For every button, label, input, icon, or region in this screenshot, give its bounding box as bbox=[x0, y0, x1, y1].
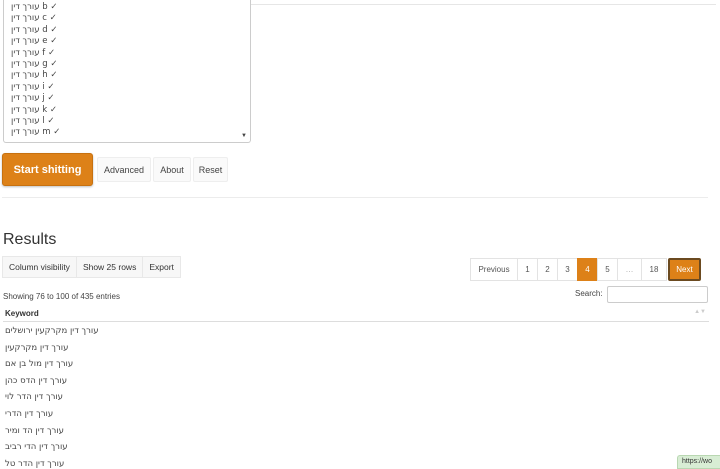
search-label: Search: bbox=[575, 289, 603, 298]
start-button[interactable]: Start shitting bbox=[2, 153, 93, 186]
page-3-button[interactable]: 3 bbox=[557, 258, 578, 281]
status-bar-url: https://wo bbox=[677, 455, 720, 469]
keyword-cell: עורך דין הדר לוי bbox=[5, 392, 64, 403]
keyword-line: עורך דין i ✓ bbox=[11, 81, 55, 92]
keyword-cell: עורך דין מקרקעין bbox=[5, 342, 69, 353]
reset-button[interactable]: Reset bbox=[193, 157, 228, 182]
keyword-line: עורך דין m ✓ bbox=[11, 127, 61, 138]
pagination-ellipsis: … bbox=[617, 258, 642, 281]
keyword-line: עורך דין b ✓ bbox=[11, 2, 58, 12]
table-row: עורך דין מקרקעין ירושלים bbox=[3, 322, 709, 339]
export-button[interactable]: Export bbox=[142, 256, 181, 278]
table-row: עורך דין הדר לוי bbox=[3, 388, 709, 405]
pagination: Previous 1 2 3 4 5 … 18 Next bbox=[470, 258, 701, 281]
table-row: עורך דין הדרי bbox=[3, 405, 709, 422]
keyword-cell: עורך דין מול בן אם bbox=[5, 359, 74, 370]
advanced-button[interactable]: Advanced bbox=[97, 157, 151, 182]
last-page-button[interactable]: 18 bbox=[641, 258, 667, 281]
keyword-cell: עורך דין הדר טל bbox=[5, 458, 65, 469]
keyword-line: עורך דין f ✓ bbox=[11, 47, 56, 58]
table-row: עורך דין מול בן אם bbox=[3, 355, 709, 372]
keyword-cell: עורך דין הדרי bbox=[5, 408, 54, 419]
table-tools: Column visibility Show 25 rows Export bbox=[2, 256, 181, 278]
keywords-textarea[interactable]: עורך דין b ✓ עורך דין c ✓ עורך דין d ✓ ע… bbox=[3, 0, 251, 143]
textarea-scrollbar[interactable]: ▼ bbox=[239, 0, 250, 142]
keyword-cell: עורך דין הדי רביב bbox=[5, 442, 68, 453]
keyword-cell: עורך דין הדס כהן bbox=[5, 375, 68, 386]
keyword-line: עורך דין h ✓ bbox=[11, 70, 58, 81]
results-table: Keyword ▲▼ עורך דין מקרקעין ירושלים עורך… bbox=[3, 307, 709, 469]
table-body: עורך דין מקרקעין ירושלים עורך דין מקרקעי… bbox=[3, 322, 709, 469]
keyword-cell: עורך דין מקרקעין ירושלים bbox=[5, 326, 99, 336]
scroll-down-icon[interactable]: ▼ bbox=[241, 133, 247, 139]
sort-icon[interactable]: ▲▼ bbox=[694, 309, 706, 315]
table-row: עורך דין הדי רביב bbox=[3, 438, 709, 455]
keyword-line: עורך דין g ✓ bbox=[11, 58, 58, 69]
previous-page-button[interactable]: Previous bbox=[470, 258, 518, 281]
keyword-line: עורך דין c ✓ bbox=[11, 13, 57, 24]
page-4-button[interactable]: 4 bbox=[577, 258, 598, 281]
section-divider bbox=[2, 197, 708, 198]
column-visibility-button[interactable]: Column visibility bbox=[2, 256, 77, 278]
entries-info: Showing 76 to 100 of 435 entries bbox=[3, 292, 120, 301]
table-row: עורך דין הדר טל bbox=[3, 455, 709, 469]
keyword-line: עורך דין j ✓ bbox=[11, 93, 55, 104]
keyword-line: עורך דין e ✓ bbox=[11, 36, 58, 47]
keyword-column-header[interactable]: Keyword bbox=[5, 309, 39, 318]
search-input[interactable] bbox=[607, 286, 708, 303]
table-row: עורך דין הדס כהן bbox=[3, 372, 709, 389]
keyword-line: עורך דין k ✓ bbox=[11, 104, 58, 115]
table-header[interactable]: Keyword ▲▼ bbox=[3, 307, 709, 322]
page-1-button[interactable]: 1 bbox=[517, 258, 538, 281]
action-buttons: Start shitting Advanced About Reset bbox=[2, 153, 228, 186]
about-button[interactable]: About bbox=[153, 157, 191, 182]
page-2-button[interactable]: 2 bbox=[537, 258, 558, 281]
page-5-button[interactable]: 5 bbox=[597, 258, 618, 281]
table-row: עורך דין מקרקעין bbox=[3, 339, 709, 356]
results-heading: Results bbox=[3, 231, 57, 248]
show-rows-button[interactable]: Show 25 rows bbox=[75, 256, 144, 278]
next-page-button[interactable]: Next bbox=[668, 258, 701, 281]
top-divider bbox=[251, 4, 716, 5]
keyword-line: עורך דין d ✓ bbox=[11, 24, 58, 35]
table-row: עורך דין הד ומיר bbox=[3, 422, 709, 439]
keyword-line: עורך דין l ✓ bbox=[11, 115, 55, 126]
keyword-lines: עורך דין b ✓ עורך דין c ✓ עורך דין d ✓ ע… bbox=[11, 2, 236, 139]
keyword-cell: עורך דין הד ומיר bbox=[5, 425, 64, 436]
